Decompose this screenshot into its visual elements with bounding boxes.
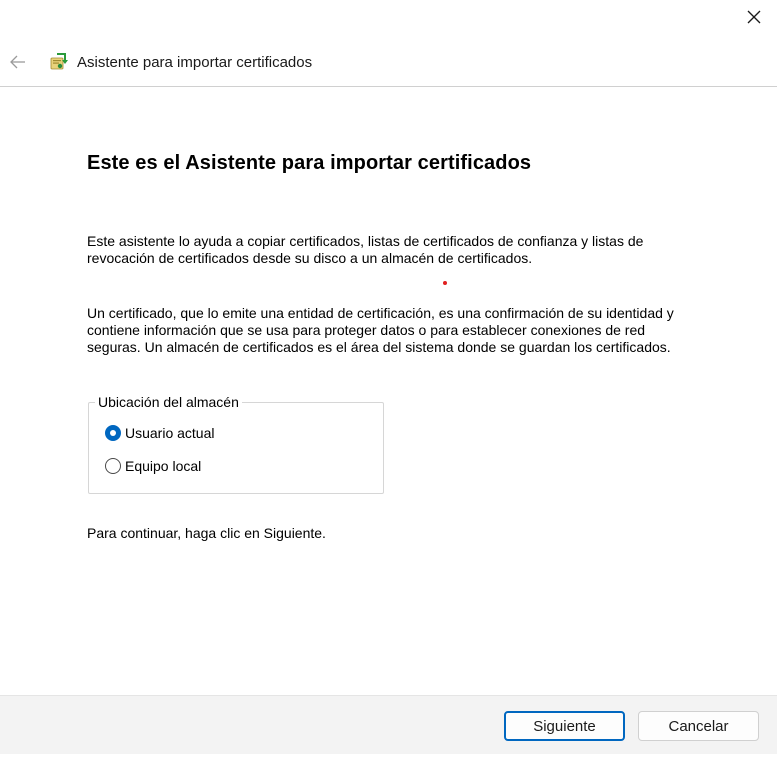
radio-unchecked-icon[interactable] (105, 458, 121, 474)
store-location-group: Ubicación del almacén Usuario actual Equ… (88, 393, 384, 494)
bottom-edge (0, 754, 777, 762)
close-icon (747, 10, 761, 24)
radio-current-user-label: Usuario actual (125, 425, 215, 441)
continue-instruction: Para continuar, haga clic en Siguiente. (87, 525, 326, 541)
radio-local-machine-label: Equipo local (125, 458, 202, 474)
radio-current-user[interactable]: Usuario actual (105, 425, 215, 441)
next-button[interactable]: Siguiente (504, 711, 625, 741)
wizard-footer: Siguiente Cancelar (0, 695, 777, 755)
page-title: Este es el Asistente para importar certi… (87, 152, 532, 174)
intro-paragraph: Este asistente lo ayuda a copiar certifi… (87, 233, 644, 266)
certificate-import-icon (50, 53, 68, 70)
wizard-title: Asistente para importar certificados (77, 53, 313, 71)
arrow-left-icon (10, 55, 25, 69)
wizard-header: Asistente para importar certificados (0, 38, 777, 87)
radio-checked-icon[interactable] (105, 425, 121, 441)
cancel-button[interactable]: Cancelar (638, 711, 759, 741)
import-wizard-window: Asistente para importar certificados Est… (0, 0, 777, 762)
back-button[interactable] (5, 49, 31, 75)
store-location-legend: Ubicación del almacén (95, 393, 242, 411)
radio-local-machine[interactable]: Equipo local (105, 458, 201, 474)
close-button[interactable] (731, 0, 777, 34)
wizard-content: Este es el Asistente para importar certi… (86, 150, 706, 541)
description-paragraph: Un certificado, que lo emite una entidad… (87, 305, 674, 355)
red-dot-marker (443, 281, 447, 285)
